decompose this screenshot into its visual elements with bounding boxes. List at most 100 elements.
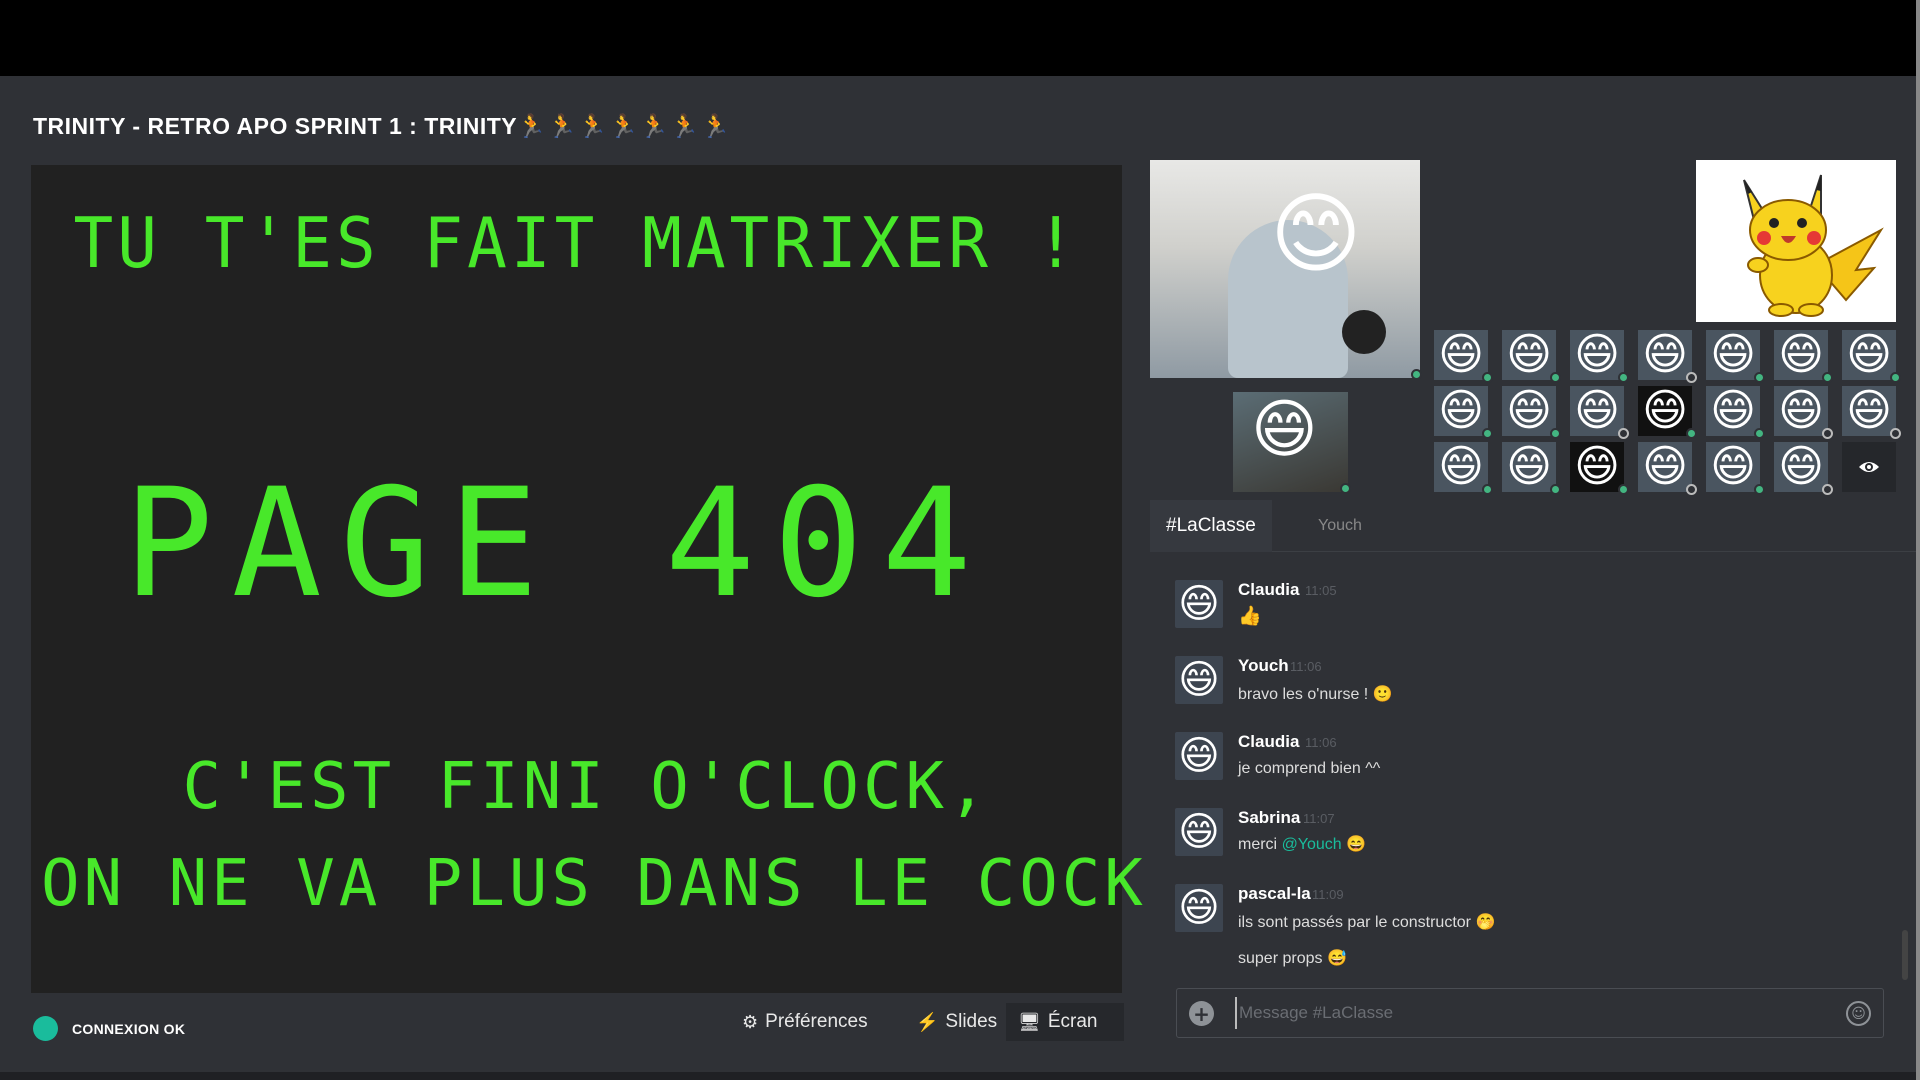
plus-icon: + bbox=[1193, 1001, 1210, 1026]
participant-avatar[interactable]: 😄 bbox=[1570, 330, 1629, 383]
emoji-face-icon: 😄 bbox=[1438, 441, 1484, 492]
message-author[interactable]: Claudia bbox=[1238, 580, 1299, 600]
message-composer: + ☺ bbox=[1176, 988, 1884, 1038]
emoji-face-icon: 😄 bbox=[1506, 441, 1552, 492]
participant-avatar[interactable]: 😄 bbox=[1570, 442, 1629, 495]
os-taskbar bbox=[0, 1072, 1916, 1080]
avatar[interactable]: 😄 bbox=[1175, 808, 1223, 856]
message-text: je comprend bien ^^ bbox=[1238, 760, 1381, 777]
chat-message: 😄 Claudia 11:05 👍 bbox=[1175, 580, 1895, 640]
message-author[interactable]: Sabrina bbox=[1238, 808, 1300, 828]
message-text: ils sont passés par le constructor 🤭 bbox=[1238, 914, 1496, 931]
participant-avatar[interactable]: 😄 bbox=[1706, 441, 1765, 495]
participant-avatar[interactable]: 😄 bbox=[1706, 385, 1765, 439]
emoji-face-icon: 😄 bbox=[1710, 441, 1756, 492]
message-author[interactable]: Youch bbox=[1238, 656, 1289, 676]
preferences-button[interactable]: ⚙ Préférences bbox=[730, 1003, 880, 1041]
participant-avatar[interactable]: 😄 bbox=[1434, 441, 1493, 495]
avatar[interactable]: 😄 bbox=[1175, 732, 1223, 780]
offline-status-icon bbox=[1618, 428, 1629, 439]
monitor-icon: 🖥 bbox=[1018, 1011, 1041, 1032]
user-mention[interactable]: @Youch bbox=[1282, 836, 1342, 853]
offline-status-icon bbox=[1686, 372, 1697, 383]
emoji-face-icon: 😄 bbox=[1574, 385, 1620, 436]
room-title: TRINITY - RETRO APO SPRINT 1 : TRINITY🏃🏃… bbox=[33, 113, 732, 143]
participant-avatar[interactable]: 😄 bbox=[1706, 330, 1765, 383]
message-list[interactable]: 😄 Claudia 11:05 👍 😄 Youch 11:06 bravo le… bbox=[1150, 552, 1916, 990]
avatar[interactable]: 😄 bbox=[1175, 656, 1223, 704]
screen-share-button[interactable]: 🖥 Écran bbox=[1006, 1003, 1124, 1041]
shared-screen[interactable]: TU T'ES FAIT MATRIXER ! PAGE 404 C'EST F… bbox=[31, 165, 1270, 993]
screen-line-1: TU T'ES FAIT MATRIXER ! bbox=[73, 203, 1080, 284]
message-time: 11:05 bbox=[1305, 583, 1337, 598]
emoji-face-icon: 😄 bbox=[1846, 329, 1892, 380]
screen-line-4: ON NE VA PLUS DANS LE COCKPIT bbox=[41, 847, 1275, 921]
online-status-icon bbox=[1890, 372, 1901, 383]
participant-avatar[interactable]: 😄 bbox=[1774, 385, 1833, 439]
microphone bbox=[1342, 310, 1386, 354]
emoji-face-icon: 😄 bbox=[1251, 393, 1318, 467]
online-status-icon bbox=[1482, 484, 1493, 495]
emoji-face-icon: 😊 bbox=[1270, 182, 1362, 285]
emoji-face-icon: 😄 bbox=[1438, 385, 1484, 436]
message-author[interactable]: Claudia bbox=[1238, 732, 1299, 752]
participant-avatar[interactable]: 😄 bbox=[1502, 441, 1561, 495]
offline-status-icon bbox=[1822, 484, 1833, 495]
online-status-icon bbox=[1550, 484, 1561, 495]
message-text: 👍 bbox=[1238, 606, 1262, 627]
add-attachment-button[interactable]: + bbox=[1189, 1001, 1214, 1026]
participant-avatar[interactable]: 😄 bbox=[1638, 442, 1697, 495]
message-author[interactable]: pascal-la bbox=[1238, 884, 1311, 904]
participant-avatar[interactable]: 😄 bbox=[1434, 385, 1493, 439]
message-text-after: 😄 bbox=[1341, 836, 1367, 853]
emoji-face-icon: 😄 bbox=[1178, 733, 1220, 779]
main-video-tile[interactable]: 😊 bbox=[1150, 160, 1420, 378]
participant-avatar[interactable]: 😄 bbox=[1842, 329, 1901, 383]
online-status-icon bbox=[1411, 369, 1422, 380]
pikachu-video-tile[interactable] bbox=[1696, 160, 1896, 322]
offline-status-icon bbox=[1686, 484, 1697, 495]
emoji-face-icon: 😄 bbox=[1506, 385, 1552, 436]
tab-laclasse[interactable]: #LaClasse bbox=[1150, 500, 1272, 552]
avatar[interactable]: 😄 bbox=[1175, 884, 1223, 932]
chat-scrollbar[interactable] bbox=[1902, 930, 1908, 980]
small-video-tile[interactable]: 😄 bbox=[1233, 392, 1348, 492]
participant-avatar[interactable]: 😄 bbox=[1842, 385, 1901, 439]
emoji-face-icon: 😄 bbox=[1710, 385, 1756, 436]
eye-icon bbox=[1859, 462, 1879, 472]
tab-youch[interactable]: Youch bbox=[1318, 500, 1362, 552]
emoji-picker-button[interactable]: ☺ bbox=[1846, 1001, 1871, 1026]
slides-button[interactable]: ⚡ Slides bbox=[904, 1003, 1009, 1041]
emoji-face-icon: 😄 bbox=[1778, 385, 1824, 436]
avatar[interactable]: 😄 bbox=[1175, 580, 1223, 628]
top-black-bar bbox=[0, 0, 1920, 76]
emoji-face-icon: 😄 bbox=[1178, 657, 1220, 703]
online-status-icon bbox=[1754, 428, 1765, 439]
emoji-face-icon: 😄 bbox=[1642, 385, 1688, 436]
participant-avatar[interactable]: 😄 bbox=[1502, 385, 1561, 439]
bolt-icon: ⚡ bbox=[916, 1011, 939, 1032]
chat-message: 😄 Youch 11:06 bravo les o'nurse ! 🙂 bbox=[1175, 656, 1895, 716]
participant-avatar[interactable]: 😄 bbox=[1434, 330, 1493, 383]
participant-avatar[interactable]: 😄 bbox=[1502, 330, 1561, 383]
online-status-icon bbox=[1550, 372, 1561, 383]
message-time: 11:06 bbox=[1290, 659, 1322, 674]
participant-avatar[interactable]: 😄 bbox=[1638, 385, 1697, 439]
online-status-icon bbox=[1340, 483, 1351, 494]
view-all-button[interactable] bbox=[1842, 442, 1896, 492]
message-input[interactable] bbox=[1235, 997, 1815, 1029]
offline-status-icon bbox=[1890, 428, 1901, 439]
participant-avatar[interactable]: 😄 bbox=[1638, 330, 1697, 383]
chat-tabs: #LaClasse Youch bbox=[1150, 500, 1916, 552]
smiley-icon: ☺ bbox=[1851, 1005, 1866, 1022]
participant-avatar[interactable]: 😄 bbox=[1570, 385, 1629, 439]
emoji-face-icon: 😄 bbox=[1846, 385, 1892, 436]
online-status-icon bbox=[1618, 372, 1629, 383]
status-label: CONNEXION OK bbox=[72, 1020, 186, 1037]
online-status-icon bbox=[1686, 428, 1697, 439]
message-text-before: merci bbox=[1238, 836, 1282, 853]
participant-avatar[interactable]: 😄 bbox=[1774, 330, 1833, 383]
participant-avatar[interactable]: 😄 bbox=[1774, 442, 1833, 495]
online-status-icon bbox=[1754, 372, 1765, 383]
room-title-text: TRINITY - RETRO APO SPRINT 1 : TRINITY bbox=[33, 113, 518, 139]
